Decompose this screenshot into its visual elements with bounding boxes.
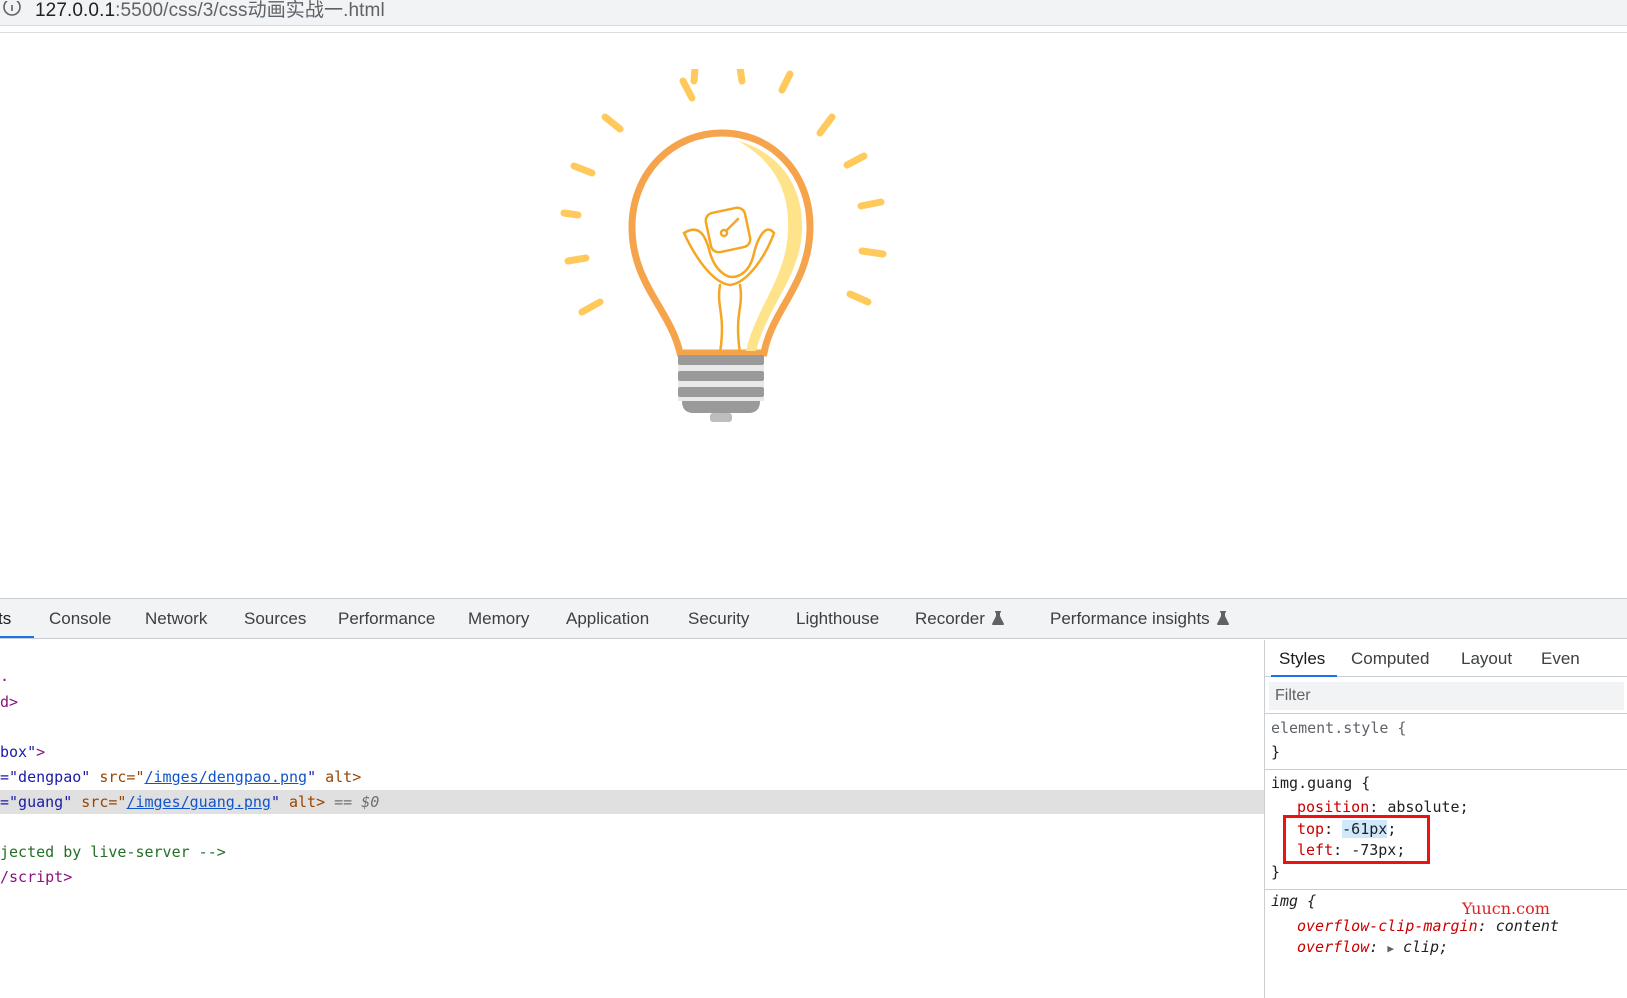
tab-application[interactable]: Application <box>566 609 649 629</box>
tab-network[interactable]: Network <box>145 609 207 629</box>
rule-selector: element.style { <box>1271 719 1407 737</box>
styles-tab-bar: Styles Computed Layout Even <box>1265 640 1627 677</box>
rule-img[interactable]: img { overflow-clip-margin: content over… <box>1265 890 1627 998</box>
rule-element-style[interactable]: element.style { } <box>1265 715 1627 770</box>
dom-line[interactable]: d> <box>0 690 1264 714</box>
dom-line-script-close[interactable]: /script> <box>0 865 1264 889</box>
watermark: Yuucn.com <box>1462 899 1550 918</box>
rule-selector: img { <box>1271 892 1317 910</box>
devtools-panel: ts Console Network Sources Performance M… <box>0 598 1627 998</box>
url-text[interactable]: 127.0.0.1:5500/css/3/css动画实战一.html <box>35 0 385 22</box>
dom-line-comment[interactable]: jected by live-server --> <box>0 840 1264 864</box>
elements-tree: . d> box"> ="dengpao" src="/imges/dengpa… <box>0 640 1264 998</box>
dom-line[interactable]: box"> <box>0 740 1264 764</box>
tab-layout[interactable]: Layout <box>1461 649 1512 669</box>
tab-console[interactable]: Console <box>49 609 111 629</box>
page-viewport <box>0 33 1627 598</box>
dom-box-class: box" <box>0 743 37 761</box>
tab-lighthouse[interactable]: Lighthouse <box>796 609 879 629</box>
expand-triangle-icon[interactable]: ▶ <box>1387 942 1394 955</box>
flask-icon <box>991 611 1004 625</box>
tab-performance[interactable]: Performance <box>338 609 435 629</box>
light-bulb-image <box>560 69 887 422</box>
tab-styles[interactable]: Styles <box>1279 649 1325 669</box>
devtools-tab-bar: ts Console Network Sources Performance M… <box>0 599 1627 639</box>
tab-sources[interactable]: Sources <box>244 609 306 629</box>
tab-performance-insights[interactable]: Performance insights <box>1050 609 1229 629</box>
dom-line[interactable]: . <box>0 664 1264 688</box>
tab-computed[interactable]: Computed <box>1351 649 1429 669</box>
red-highlight-box <box>1283 815 1430 864</box>
styles-filter-input[interactable] <box>1269 682 1624 710</box>
dom-box-gt: > <box>36 743 46 761</box>
tab-recorder-label: Recorder <box>915 609 985 628</box>
active-tab-indicator <box>1271 675 1337 677</box>
tab-recorder[interactable]: Recorder <box>915 609 1004 629</box>
url-path: :5500/css/3/css动画实战一.html <box>115 0 385 21</box>
tab-event-listeners[interactable]: Even <box>1541 649 1580 669</box>
selected-node-marker: == $0 <box>325 793 380 811</box>
tab-security[interactable]: Security <box>688 609 749 629</box>
style-property-overflow-clip-margin[interactable]: overflow-clip-margin: content <box>1297 915 1559 937</box>
filter-row <box>1265 678 1627 714</box>
tab-memory[interactable]: Memory <box>468 609 529 629</box>
url-host: 127.0.0.1 <box>35 0 116 21</box>
address-bar[interactable]: 127.0.0.1:5500/css/3/css动画实战一.html <box>0 0 1627 26</box>
dom-line-img-guang-selected[interactable]: ="guang" src="/imges/guang.png" alt> == … <box>0 790 1264 814</box>
dom-line-img-dengpao[interactable]: ="dengpao" src="/imges/dengpao.png" alt> <box>0 765 1264 789</box>
active-tab-indicator <box>0 636 34 638</box>
style-property-overflow[interactable]: overflow: ▶ clip; <box>1297 936 1448 958</box>
tab-elements[interactable]: ts <box>0 609 11 629</box>
rule-close-brace: } <box>1271 743 1281 761</box>
tab-performance-insights-label: Performance insights <box>1050 609 1210 628</box>
src-link[interactable]: /imges/guang.png <box>126 793 271 811</box>
src-link[interactable]: /imges/dengpao.png <box>145 768 308 786</box>
flask-icon <box>1216 611 1229 625</box>
rule-close-brace: } <box>1271 863 1281 881</box>
info-icon[interactable] <box>2 1 22 21</box>
rule-selector[interactable]: img.guang { <box>1271 772 1370 794</box>
bulb-base <box>678 355 764 422</box>
